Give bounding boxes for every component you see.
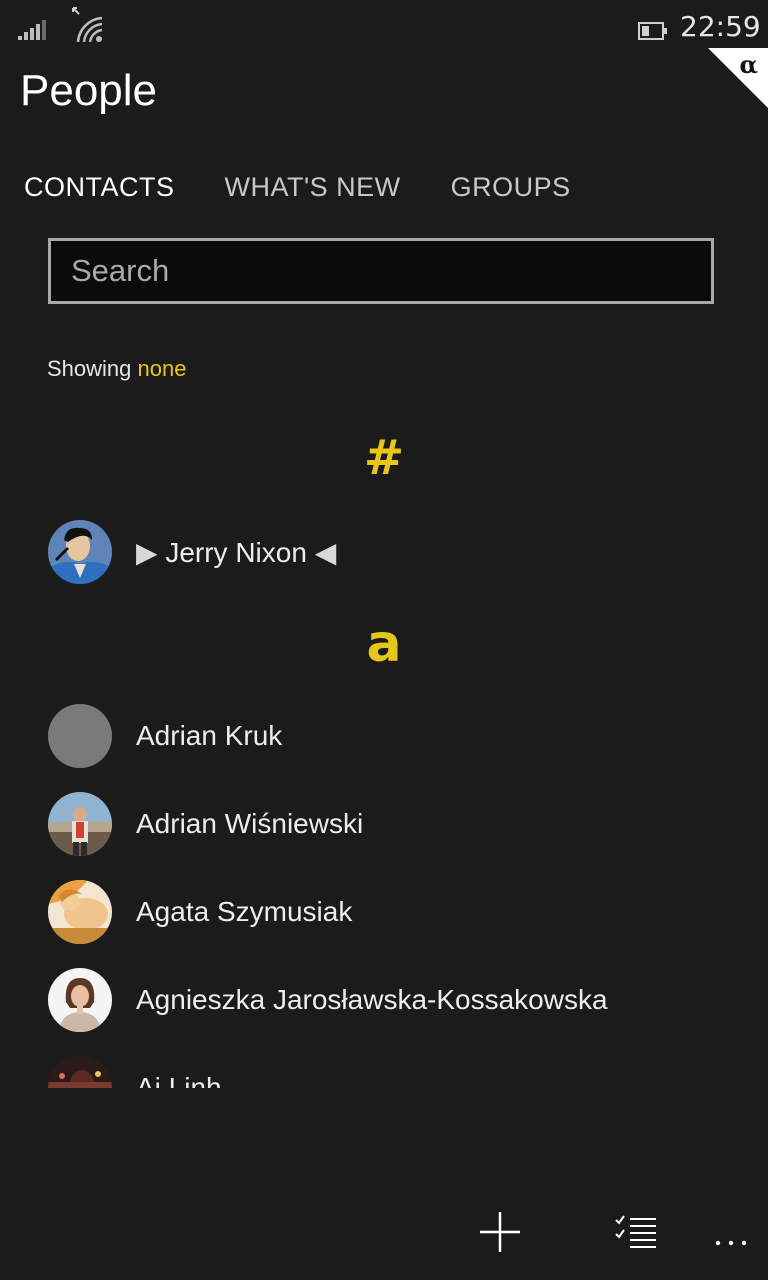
contact-avatar [48, 520, 112, 584]
contact-name: Agnieszka Jarosławska-Kossakowska [136, 984, 608, 1015]
contact-name-text: Jerry Nixon [165, 536, 307, 568]
search-box [48, 238, 714, 304]
tab-groups[interactable]: GROUPS [451, 172, 571, 212]
contact-item[interactable]: Ai Linh [48, 1056, 222, 1088]
battery-icon [638, 22, 667, 40]
select-icon[interactable] [614, 1214, 658, 1250]
app-bar [0, 1180, 768, 1280]
contact-item[interactable]: Adrian Wiśniewski [48, 792, 363, 856]
contact-name: ▶ Jerry Nixon ◀ [136, 536, 336, 569]
contact-avatar-placeholder [48, 704, 112, 768]
status-clock: 22:59 [680, 10, 761, 43]
contact-item[interactable]: Agnieszka Jarosławska-Kossakowska [48, 968, 608, 1032]
contact-item[interactable]: Agata Szymusiak [48, 880, 352, 944]
status-bar: 22:59 [0, 0, 768, 56]
filter-value-link[interactable]: none [138, 356, 187, 381]
pivot-tabs: CONTACTS WHAT'S NEW GROUPS [24, 172, 621, 212]
app-title: People [20, 66, 158, 115]
filter-label: Showing [47, 356, 132, 381]
contact-name: Ai Linh [136, 1072, 222, 1088]
wifi-icon [72, 7, 103, 42]
tab-contacts[interactable]: CONTACTS [24, 172, 175, 212]
alpha-badge-text: α [739, 50, 758, 79]
search-input[interactable] [51, 241, 711, 301]
group-header-a[interactable]: a [0, 614, 768, 674]
filter-status: Showing none [47, 356, 186, 382]
contact-avatar [48, 968, 112, 1032]
contact-name: Adrian Kruk [136, 720, 283, 751]
selection-marker-right: ◀ [314, 536, 337, 568]
contact-avatar [48, 792, 112, 856]
group-header-hash[interactable]: # [0, 430, 768, 486]
list-viewport-clip: Ai Linh [0, 1040, 768, 1088]
signal-strength-icon [18, 20, 46, 40]
more-icon[interactable] [714, 1238, 748, 1248]
contact-item[interactable]: ▶ Jerry Nixon ◀ [48, 520, 336, 584]
add-icon[interactable] [478, 1210, 522, 1254]
contact-name: Adrian Wiśniewski [136, 808, 364, 839]
contact-name: Agata Szymusiak [136, 896, 353, 927]
alpha-badge: α [708, 48, 768, 108]
tab-whats-new[interactable]: WHAT'S NEW [225, 172, 401, 212]
contact-item[interactable]: Adrian Kruk [48, 704, 282, 768]
contact-avatar [48, 1056, 112, 1088]
contact-avatar [48, 880, 112, 944]
selection-marker-left: ▶ [136, 536, 158, 568]
